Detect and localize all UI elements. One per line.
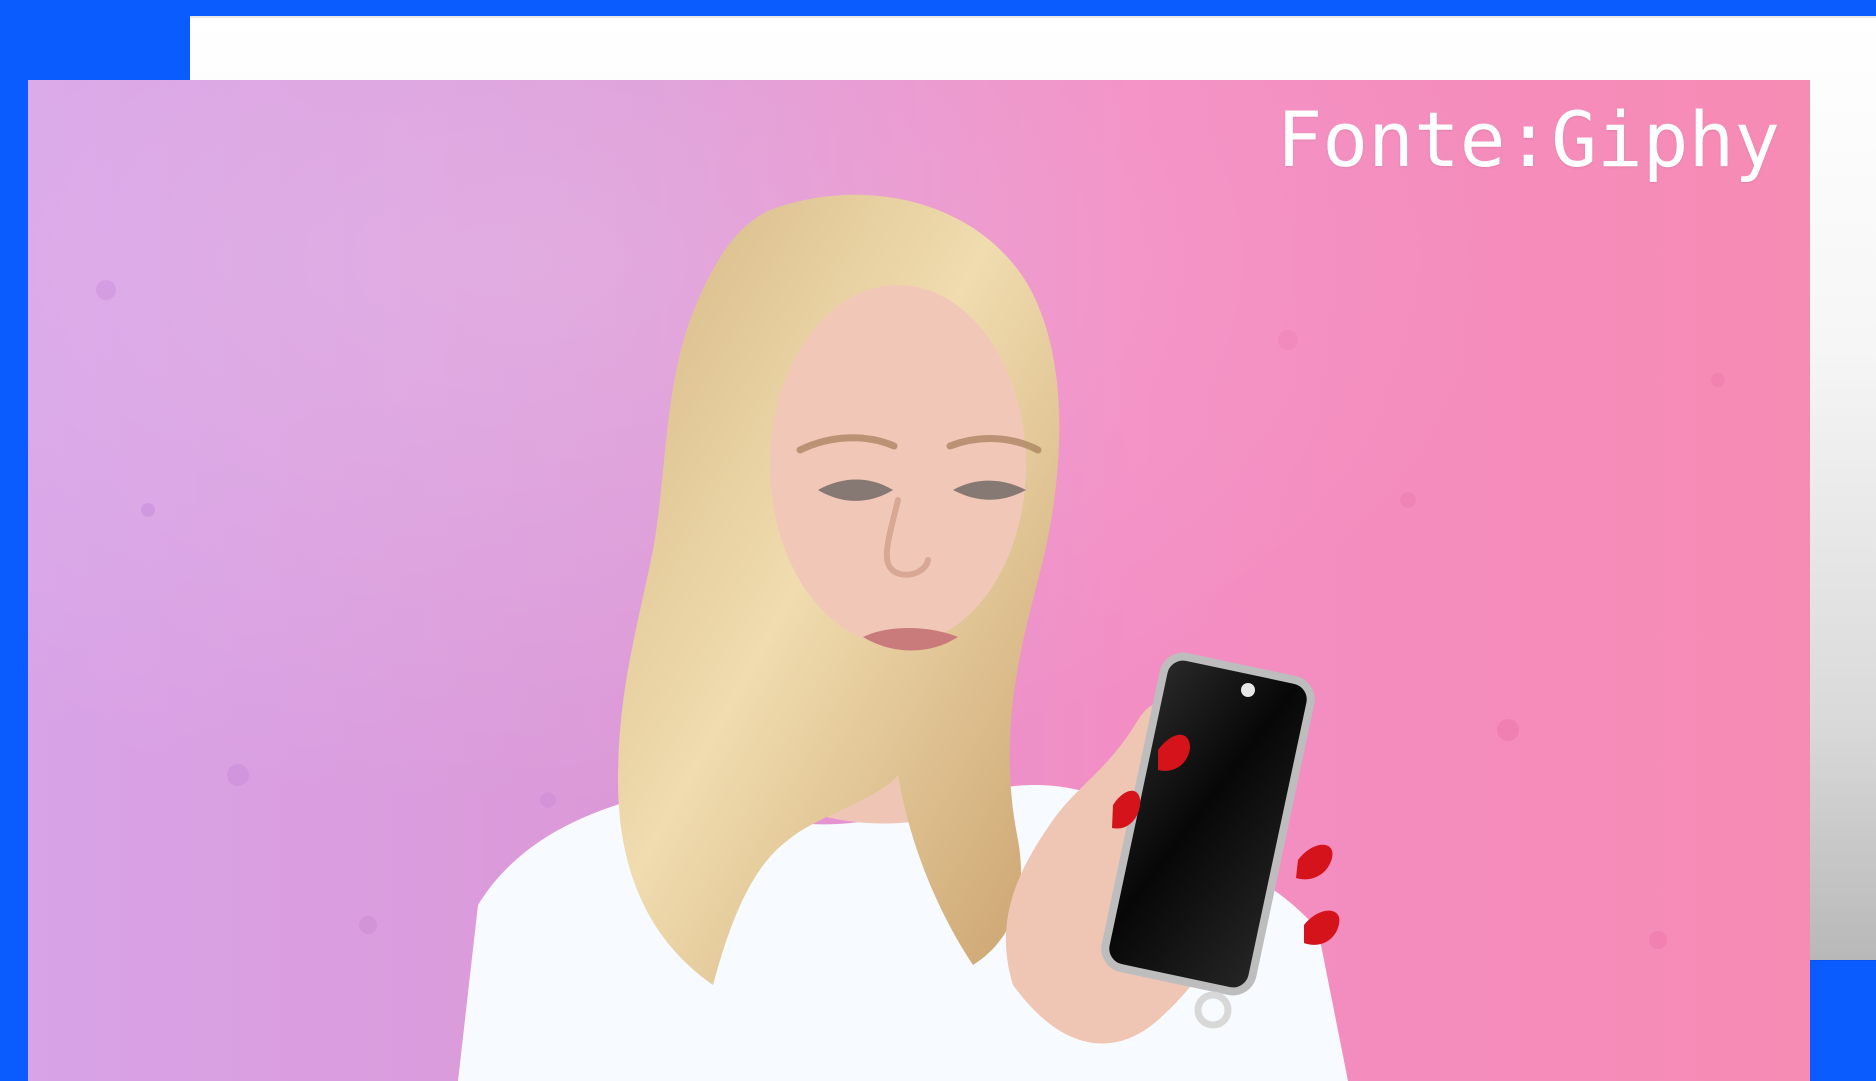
image-credit: Fonte:Giphy	[1276, 95, 1780, 184]
gif-artwork	[28, 80, 1810, 1081]
phone-camera	[1241, 683, 1255, 697]
stage: Fonte:Giphy	[0, 0, 1876, 1081]
face	[770, 285, 1026, 645]
gif-image-frame: Fonte:Giphy	[28, 80, 1810, 1081]
back-card-top-line	[190, 16, 1876, 18]
